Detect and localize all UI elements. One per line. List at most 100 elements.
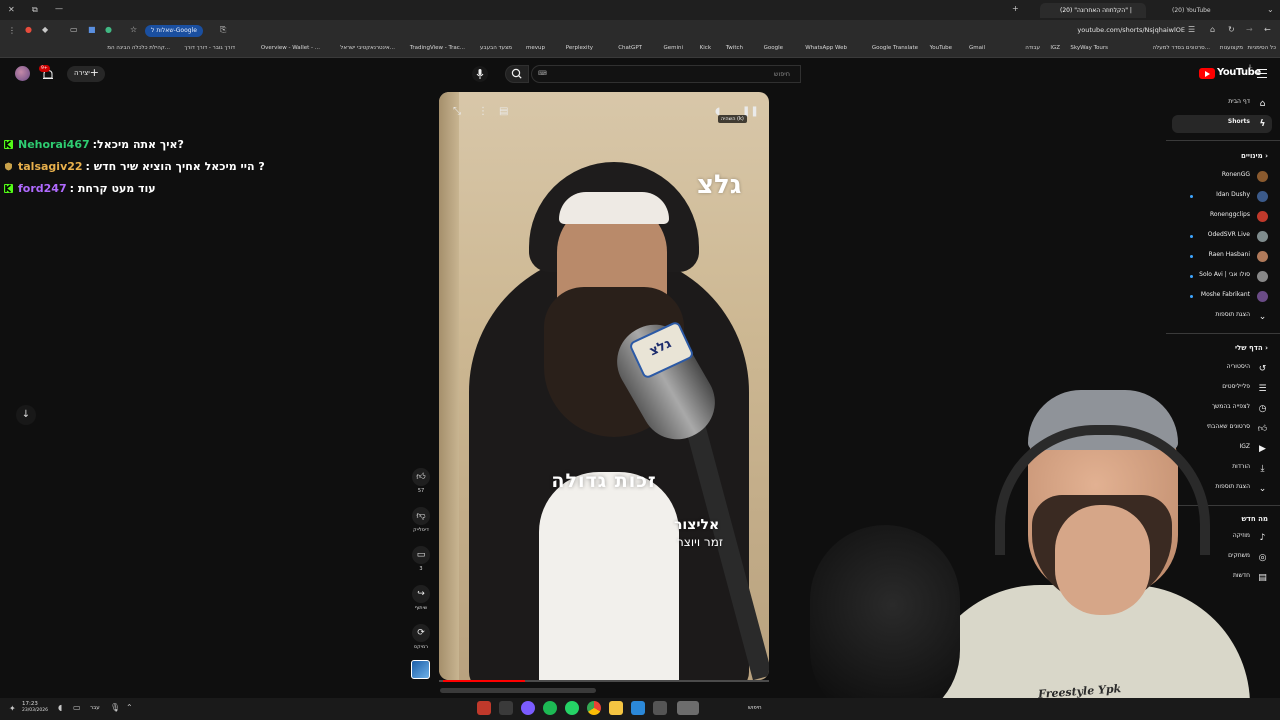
sidebar-item-home[interactable]: דף הבית ⌂ [1228, 98, 1268, 116]
chrome-icon[interactable] [587, 701, 601, 715]
minimize-window-icon[interactable]: — [55, 4, 63, 13]
app-icon[interactable] [521, 701, 535, 715]
comments-button[interactable]: ▭ 3 [412, 546, 430, 572]
bookmark-item[interactable]: TradingView - Trac... [410, 45, 465, 51]
taskbar-date[interactable]: 23/03/2026 [22, 708, 48, 713]
like-button[interactable]: 👍︎ 57 [412, 468, 430, 494]
network-icon[interactable]: ▭ [73, 703, 81, 712]
bookmark-item[interactable]: מצעד הבעבע [480, 45, 512, 51]
sidebar-item-history[interactable]: היסטוריה ↺ [1227, 363, 1268, 381]
search-button[interactable] [505, 65, 529, 83]
subscription-item[interactable]: Solo Avi | סולו אבי [1190, 271, 1268, 289]
subscription-item[interactable]: RonenGG [1222, 171, 1268, 189]
google-lens-pill[interactable]: שאלות ל-Google [145, 25, 203, 37]
bookmark-item[interactable]: סרטונים בסדר למעלה... [1153, 45, 1210, 51]
subscription-item[interactable]: Idan Dushy [1190, 191, 1268, 209]
bookmark-item[interactable]: קהילת כלכלה הבינה המ... [107, 45, 170, 51]
folder-icon[interactable] [609, 701, 623, 715]
sidebar-icon[interactable]: ▭ [70, 25, 78, 34]
bookmark-item[interactable]: דורך גובר - דורך דורך [184, 45, 235, 51]
chevron-up-icon[interactable]: ⌃ [126, 703, 133, 712]
sidebar-item-shorts[interactable]: Shorts ϟ [1228, 118, 1268, 136]
bookmark-item[interactable]: SkyWay Tours [1070, 45, 1108, 51]
chat-username[interactable]: ford247 [18, 182, 67, 195]
scroll-down-button[interactable]: ↓ [16, 405, 36, 425]
notifications-button[interactable]: 9+ [39, 65, 55, 81]
app-icon[interactable] [653, 701, 667, 715]
bookmark-item[interactable]: Kick [700, 45, 711, 51]
reload-icon[interactable]: ↻ [1228, 25, 1235, 34]
voice-search-button[interactable] [472, 66, 488, 82]
whatsapp-icon[interactable] [565, 701, 579, 715]
page-scrollbar[interactable] [440, 688, 596, 693]
back-icon[interactable]: ← [1264, 25, 1271, 34]
app-icon[interactable] [499, 701, 513, 715]
input-language[interactable]: עבר [90, 705, 100, 711]
subscription-item[interactable]: Ronenggclips [1210, 211, 1268, 229]
tab-active[interactable]: ✕ (20) "הקלחוזה האחרונה" | [1040, 3, 1146, 18]
bookmark-item[interactable]: Overview - Wallet - ... [261, 45, 320, 51]
bookmark-item[interactable]: mevup [526, 45, 545, 51]
chat-username[interactable]: Nehorai467 [18, 138, 90, 151]
share-icon[interactable]: ⎘ [220, 25, 226, 35]
you-header[interactable]: הדף שלי › [1235, 344, 1268, 352]
create-button[interactable]: יצירה + [67, 66, 105, 82]
forward-icon[interactable]: → [1246, 25, 1253, 34]
extension-icon[interactable]: ● [105, 25, 112, 34]
bookmark-item[interactable]: Google [764, 45, 783, 51]
search-input[interactable]: חיפוש ⌨ [531, 65, 801, 83]
microphone-icon[interactable]: 🎙︎ [110, 703, 120, 712]
youtube-logo[interactable]: YouTube IL [1199, 64, 1261, 81]
address-bar[interactable]: youtube.com/shorts/NsjqhaiwlOE [1050, 26, 1185, 34]
channel-thumbnail[interactable] [411, 660, 430, 679]
subscription-item[interactable]: Moshe Fabrikant [1190, 291, 1268, 309]
menu-dots-icon[interactable]: ⋮ [8, 26, 16, 35]
volume-icon[interactable]: ◖ [58, 703, 62, 712]
bookmark-item[interactable]: אינטרנאקטיבי ישראל... [340, 45, 395, 51]
bookmark-item[interactable]: Google Translate [872, 45, 918, 51]
fullscreen-icon[interactable]: ⤡ [453, 106, 461, 117]
remix-button[interactable]: ⟳ רמיקס [412, 624, 430, 650]
chat-username[interactable]: talsagiv22 [18, 160, 83, 173]
extension-icon[interactable]: ◆ [42, 25, 48, 34]
subscription-item[interactable]: OdedSVR Live [1190, 231, 1268, 249]
taskbar-search[interactable]: חיפוש [748, 705, 762, 711]
spotify-icon[interactable] [543, 701, 557, 715]
bookmark-item[interactable]: Gemini [663, 45, 683, 51]
tab-menu-icon[interactable]: ⌄ [1267, 5, 1274, 14]
site-settings-icon[interactable]: ☰ [1188, 25, 1195, 34]
bookmark-item[interactable]: עבודה [1025, 45, 1040, 51]
bookmark-item[interactable]: מקצוענות [1220, 45, 1243, 51]
restore-window-icon[interactable]: ⧉ [32, 5, 38, 15]
more-options-icon[interactable]: ⋮ [478, 106, 488, 117]
sidebar-show-more[interactable]: הצגת תוספות ⌄ [1215, 311, 1268, 329]
extension-icon[interactable]: ● [25, 25, 32, 34]
bookmark-item[interactable]: כל הסימניות [1248, 45, 1276, 51]
bookmark-item[interactable]: IGZ [1050, 45, 1060, 51]
home-icon[interactable]: ⌂ [1210, 25, 1215, 34]
bookmark-item[interactable]: ChatGPT [618, 45, 642, 51]
bookmark-item[interactable]: YouTube [930, 45, 952, 51]
bookmark-item[interactable]: Twitch [726, 45, 743, 51]
store-icon[interactable] [631, 701, 645, 715]
bookmark-star-icon[interactable]: ☆ [130, 25, 137, 34]
close-window-icon[interactable]: ✕ [8, 5, 15, 14]
taskbar-time[interactable]: 17:23 [22, 701, 38, 707]
bookmark-item[interactable]: WhatsApp Web [805, 45, 847, 51]
share-button[interactable]: ↪ שיתוף [412, 585, 430, 611]
app-icon[interactable] [477, 701, 491, 715]
new-tab-icon[interactable]: + [1012, 4, 1019, 13]
tab-youtube[interactable]: ✕ (20) YouTube [1152, 3, 1247, 18]
captions-icon[interactable]: ▤ [499, 106, 508, 117]
bookmark-item[interactable]: Perplexity [566, 45, 593, 51]
app-icon[interactable] [677, 701, 699, 715]
keyboard-icon[interactable]: ⌨ [538, 70, 547, 77]
shorts-video-player[interactable]: גלצ גלצ זכות גדולה אליצור זמר ויוצר ⤡ ⋮ … [439, 92, 769, 680]
extension-icon[interactable]: ■ [88, 25, 96, 34]
subscription-item[interactable]: Raen Hasbani [1190, 251, 1268, 269]
subscriptions-header[interactable]: מינויים › [1241, 152, 1268, 160]
notifications-icon[interactable]: ✦ [9, 704, 16, 713]
avatar[interactable] [15, 66, 30, 81]
bookmark-item[interactable]: Gmail [969, 45, 985, 51]
dislike-button[interactable]: 👎︎ דיסלייק [412, 507, 430, 533]
